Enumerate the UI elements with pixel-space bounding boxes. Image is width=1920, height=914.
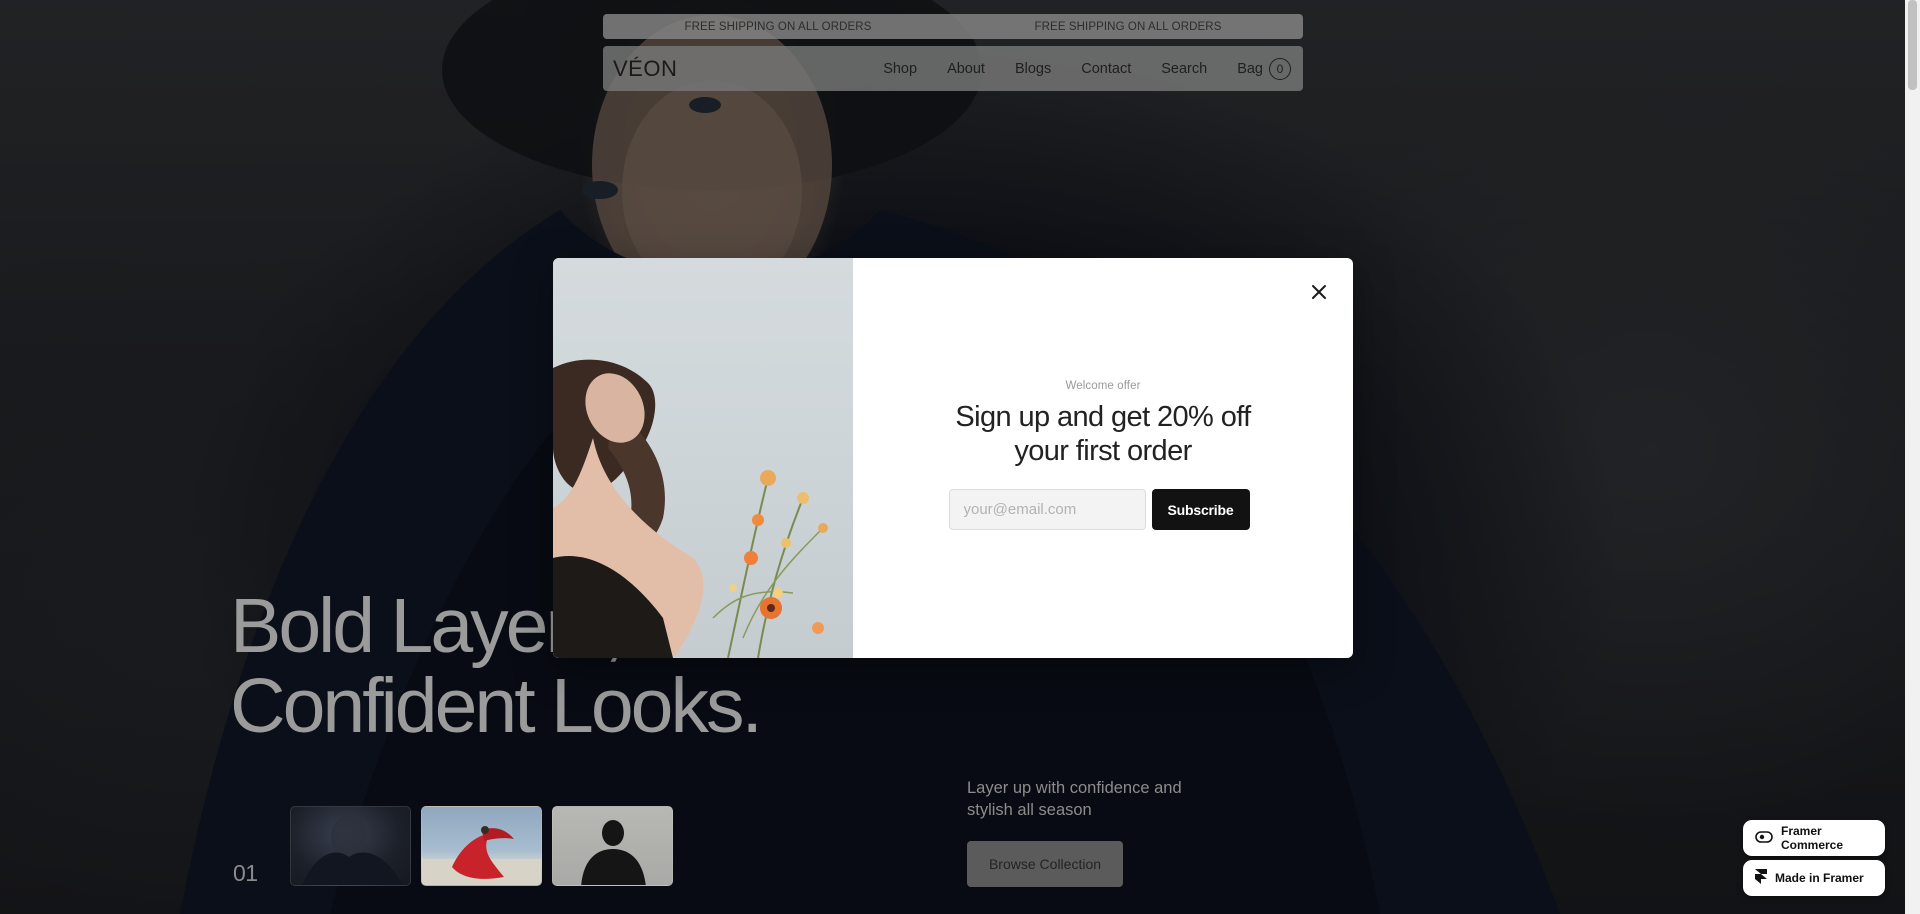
- modal-title-line-2: your first order: [1014, 435, 1192, 467]
- modal-title-line-1: Sign up and get 20% off: [955, 401, 1251, 433]
- close-icon: [1312, 285, 1326, 299]
- subscribe-button[interactable]: Subscribe: [1151, 489, 1250, 530]
- nav-link-blogs[interactable]: Blogs: [1015, 61, 1051, 77]
- nav-link-about[interactable]: About: [947, 61, 985, 77]
- thumbnail-fur-coat[interactable]: [290, 806, 411, 886]
- made-in-framer-badge[interactable]: Made in Framer: [1743, 860, 1885, 896]
- made-in-framer-label: Made in Framer: [1775, 871, 1864, 885]
- email-field[interactable]: [948, 489, 1146, 530]
- thumbnail-silhouette[interactable]: [552, 806, 673, 886]
- framer-commerce-label: Framer Commerce: [1781, 824, 1844, 852]
- nav-link-contact[interactable]: Contact: [1081, 61, 1131, 77]
- scrollbar-thumb[interactable]: [1908, 0, 1917, 90]
- signup-form: Subscribe: [948, 489, 1250, 530]
- nav-link-shop[interactable]: Shop: [883, 61, 917, 77]
- framer-logo-icon: [1755, 868, 1767, 888]
- top-navigation: VÉON Shop About Blogs Contact Search Bag…: [603, 46, 1303, 91]
- announcement-text-left: FREE SHIPPING ON ALL ORDERS: [684, 20, 872, 33]
- thumbnail-red-dress[interactable]: [421, 806, 542, 886]
- page-scrollbar[interactable]: [1905, 0, 1920, 914]
- browse-collection-button[interactable]: Browse Collection: [967, 841, 1123, 887]
- hero-title-line-2: Confident Looks.: [230, 663, 763, 749]
- slide-thumbnails: [290, 806, 673, 886]
- framer-commerce-icon: [1755, 830, 1773, 846]
- modal-title: Sign up and get 20% off your first order: [955, 400, 1251, 468]
- welcome-offer-modal: Welcome offer Sign up and get 20% off yo…: [553, 258, 1353, 658]
- announcement-text-right: FREE SHIPPING ON ALL ORDERS: [1034, 20, 1222, 33]
- bag-count-badge: 0: [1269, 57, 1291, 80]
- hero-subtitle: Layer up with confidence and stylish all…: [967, 779, 1182, 819]
- brand-logo[interactable]: VÉON: [613, 56, 677, 82]
- framer-commerce-badge[interactable]: Framer Commerce: [1743, 820, 1885, 856]
- modal-promo-image: [553, 258, 853, 658]
- modal-eyebrow: Welcome offer: [1065, 380, 1141, 392]
- bag-label: Bag: [1237, 60, 1263, 77]
- modal-content: Welcome offer Sign up and get 20% off yo…: [853, 258, 1353, 658]
- close-modal-button[interactable]: [1309, 282, 1329, 302]
- nav-link-search[interactable]: Search: [1161, 61, 1207, 77]
- slide-number: 01: [233, 860, 258, 886]
- bag-button[interactable]: Bag 0: [1237, 57, 1291, 80]
- nav-links: Shop About Blogs Contact Search Bag 0: [883, 57, 1291, 80]
- announcement-bar: FREE SHIPPING ON ALL ORDERS FREE SHIPPIN…: [603, 14, 1303, 39]
